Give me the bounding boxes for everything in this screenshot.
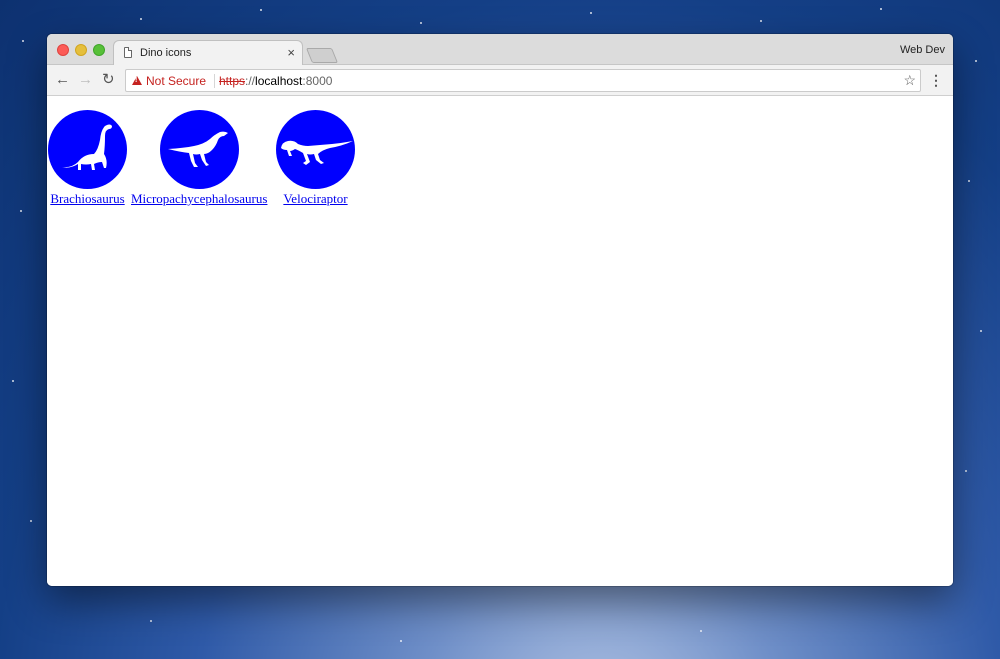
profile-label[interactable]: Web Dev [900,44,945,56]
window-close-button[interactable] [57,44,69,56]
back-arrow-icon[interactable]: ← [55,71,70,89]
address-divider [214,74,215,88]
url-separator: :// [245,74,256,88]
velociraptor-link[interactable]: Velociraptor [276,191,355,207]
new-tab-button[interactable] [305,48,339,63]
url-host: localhost [255,74,303,88]
tab-dino-icons[interactable]: Dino icons × [113,40,303,66]
tab-title: Dino icons [140,47,192,59]
browser-window: Dino icons × Web Dev ← → ↻ Not Secure ht… [47,34,953,586]
reload-icon[interactable]: ↻ [102,71,115,89]
url-port: :8000 [302,74,333,88]
address-bar[interactable]: Not Secure https://localhost:8000 ☆ [125,69,921,92]
brachiosaurus-icon[interactable] [48,110,127,189]
tab-close-icon[interactable]: × [287,45,295,61]
url-text[interactable]: https://localhost:8000 [219,74,332,88]
page-content: Brachiosaurus Micropachycephalosaurus Ve… [47,96,953,586]
dino-item-velociraptor: Velociraptor [276,110,355,207]
browser-menu-icon[interactable]: ⋮ [929,71,943,89]
brachiosaurus-link[interactable]: Brachiosaurus [48,191,127,207]
velociraptor-icon[interactable] [276,110,355,189]
not-secure-label[interactable]: Not Secure [146,74,206,88]
dino-item-brachiosaurus: Brachiosaurus [48,110,127,207]
url-scheme: https [219,74,246,88]
window-maximize-button[interactable] [93,44,105,56]
warning-icon[interactable] [132,76,142,85]
micropachycephalosaurus-icon[interactable] [159,110,239,189]
browser-toolbar: ← → ↻ Not Secure https://localhost:8000 … [47,65,953,96]
micropachycephalosaurus-link[interactable]: Micropachycephalosaurus [131,191,267,207]
title-bar: Dino icons × Web Dev [47,34,953,66]
forward-arrow-icon[interactable]: → [78,71,93,89]
document-icon [124,47,132,58]
window-minimize-button[interactable] [75,44,87,56]
bookmark-star-icon[interactable]: ☆ [903,72,916,88]
dino-item-micropachycephalosaurus: Micropachycephalosaurus [131,110,267,207]
